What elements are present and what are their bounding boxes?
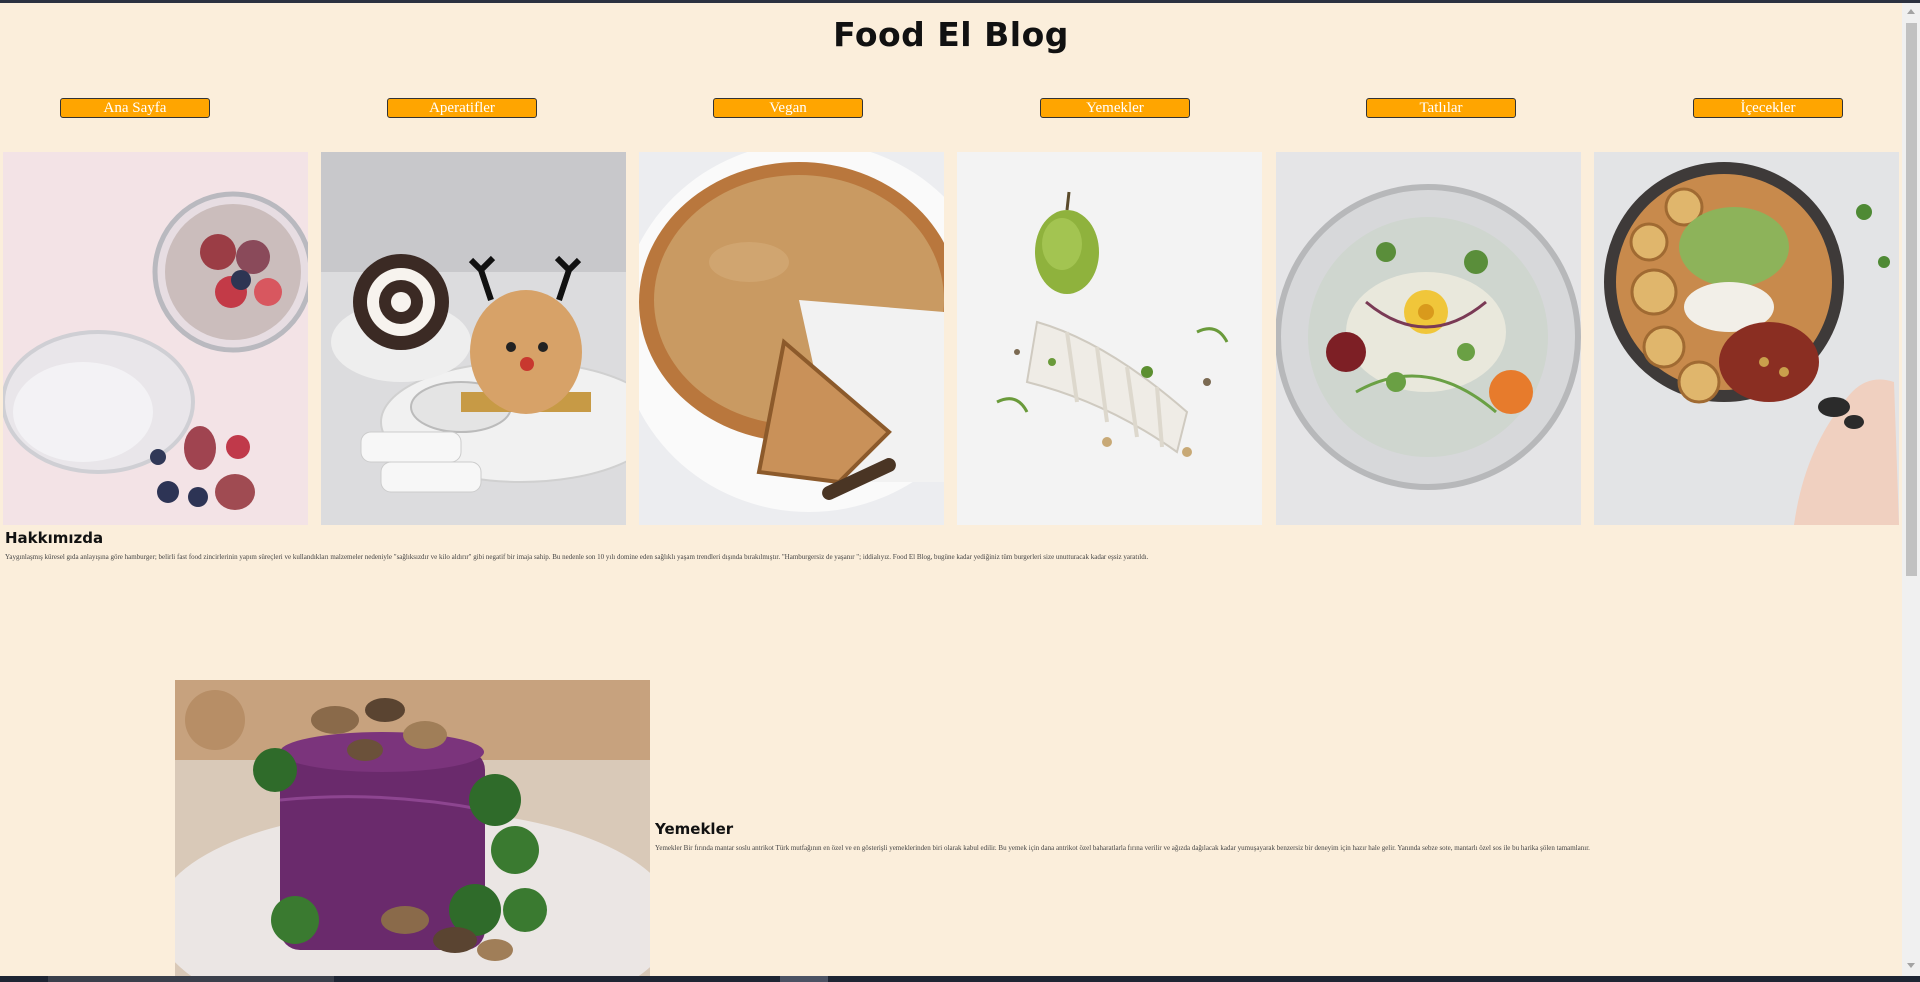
nav-button-tatlilar[interactable]: Tatlılar bbox=[1366, 98, 1516, 118]
vertical-scrollbar[interactable] bbox=[1902, 3, 1920, 976]
nav-button-icecekler[interactable]: İçecekler bbox=[1693, 98, 1843, 118]
scroll-up-icon[interactable] bbox=[1907, 9, 1915, 14]
feature-text: Yemekler Bir fırında mantar soslu antrik… bbox=[655, 844, 1590, 852]
page: Food El Blog Ana Sayfa Aperatifler Vegan… bbox=[0, 3, 1902, 976]
gallery-image-pie[interactable] bbox=[639, 152, 944, 525]
nav-button-aperatifler[interactable]: Aperatifler bbox=[387, 98, 537, 118]
gallery-image-chia-pudding[interactable] bbox=[3, 152, 308, 525]
site-title: Food El Blog bbox=[833, 15, 1069, 54]
taskbar-item-active[interactable] bbox=[780, 976, 828, 982]
about-title: Hakkımızda bbox=[5, 529, 104, 547]
nav-button-ana-sayfa[interactable]: Ana Sayfa bbox=[60, 98, 210, 118]
nav-button-vegan[interactable]: Vegan bbox=[713, 98, 863, 118]
gallery-image-potato-bowl[interactable] bbox=[1594, 152, 1899, 525]
feature-image-purple-mash[interactable] bbox=[175, 680, 650, 976]
gallery-image-pear-plate[interactable] bbox=[957, 152, 1262, 525]
gallery-image-salad-bowl[interactable] bbox=[1276, 152, 1581, 525]
taskbar-item[interactable] bbox=[48, 976, 334, 982]
gallery-image-reindeer-dessert[interactable] bbox=[321, 152, 626, 525]
scroll-down-icon[interactable] bbox=[1907, 963, 1915, 968]
scrollbar-thumb[interactable] bbox=[1906, 23, 1917, 576]
feature-title: Yemekler bbox=[655, 820, 734, 838]
about-text: Yaygınlaşmış küresel gıda anlayışına gör… bbox=[5, 553, 1149, 561]
nav-button-yemekler[interactable]: Yemekler bbox=[1040, 98, 1190, 118]
